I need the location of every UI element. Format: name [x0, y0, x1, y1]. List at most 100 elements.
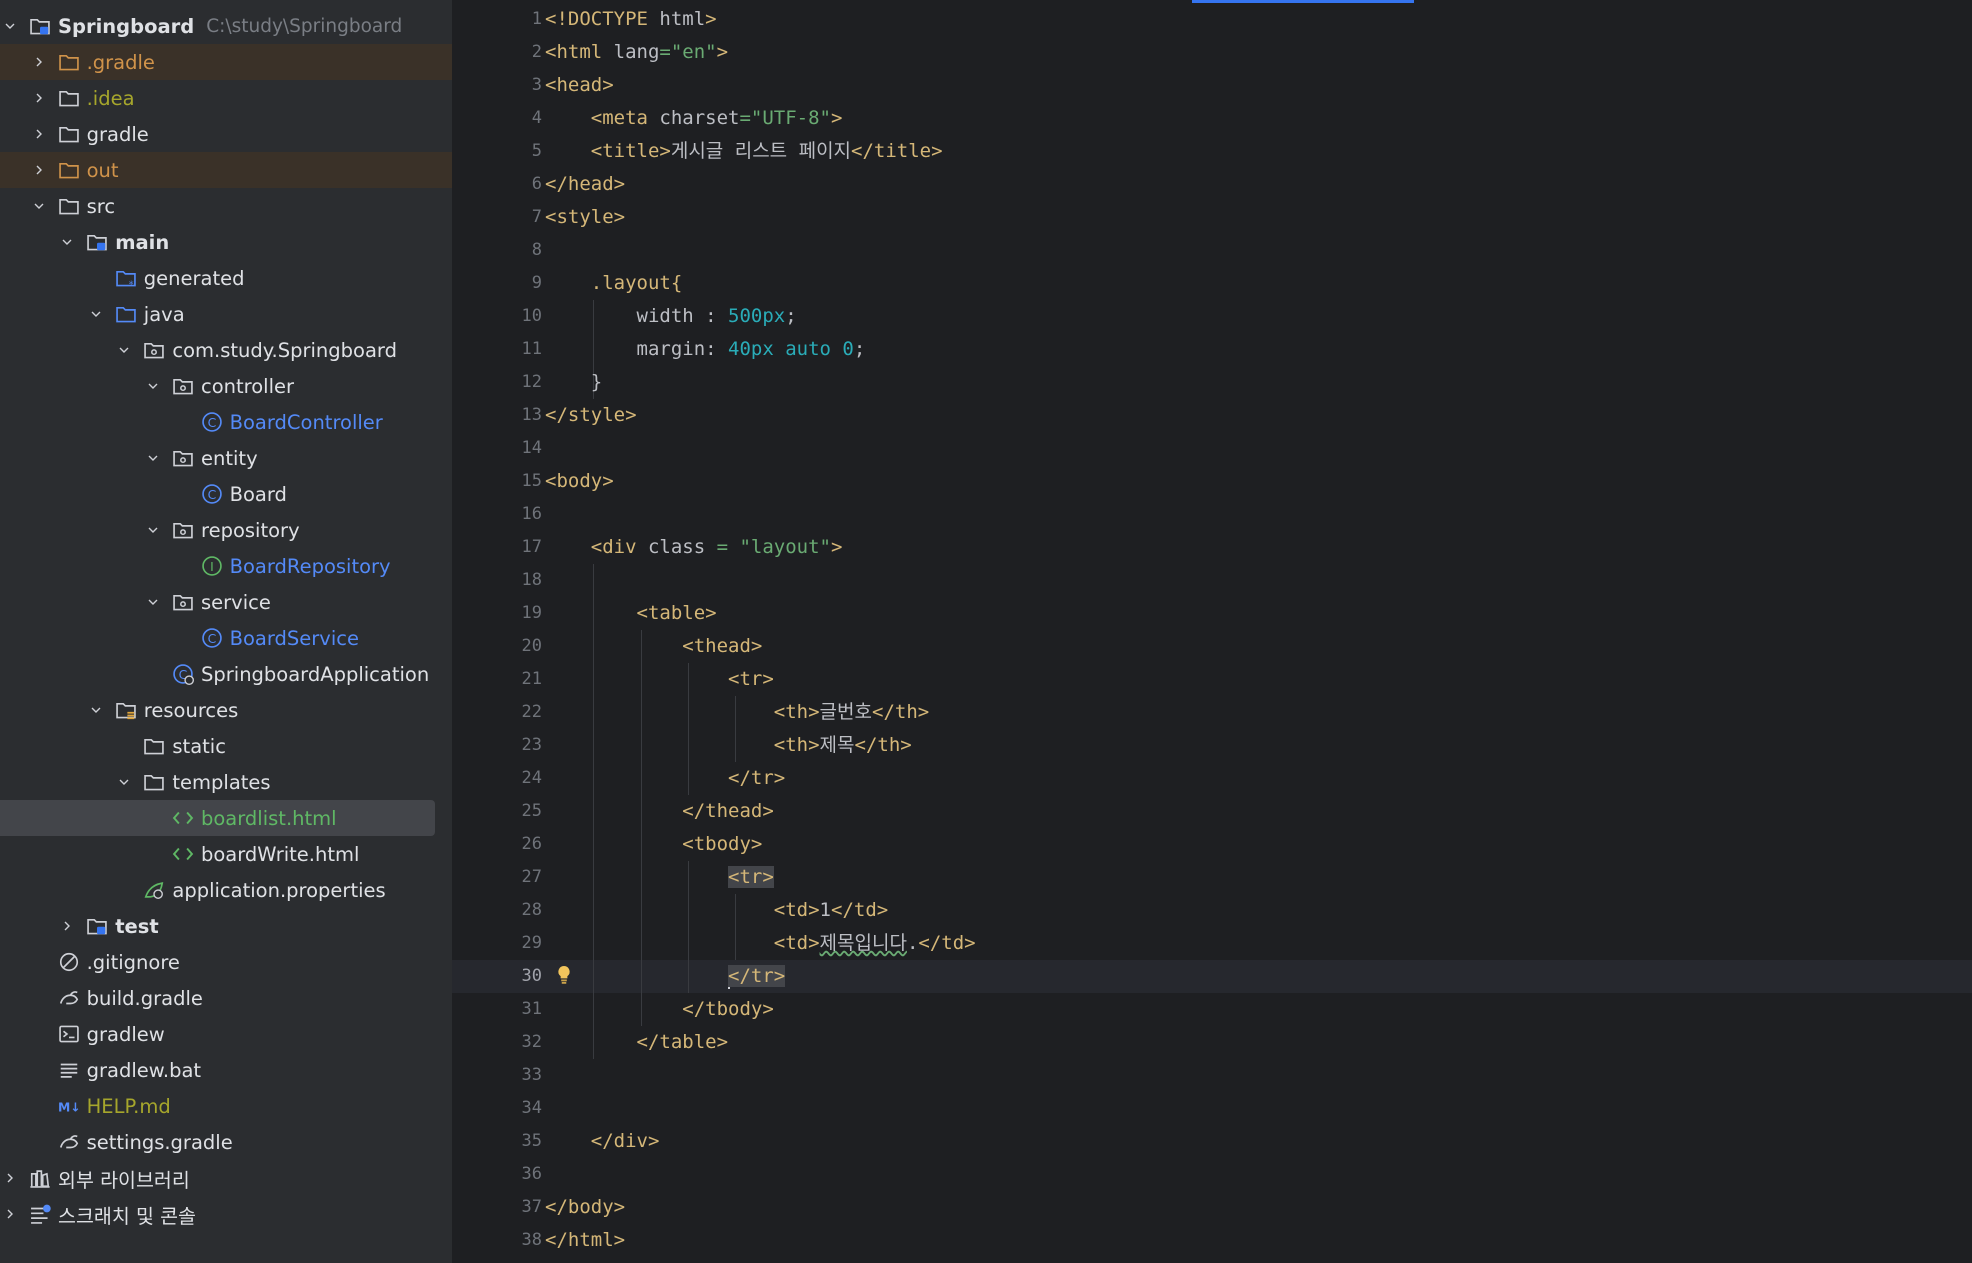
code-line[interactable]: .layout{: [545, 267, 683, 300]
code-line[interactable]: </tr>: [545, 960, 786, 993]
tree-item[interactable]: application.properties: [0, 872, 452, 908]
tree-item[interactable]: .gradle: [0, 44, 452, 80]
active-tab-indicator: [1192, 0, 1414, 3]
chevron-down-icon[interactable]: [116, 342, 132, 358]
code-line[interactable]: <html lang="en">: [545, 36, 728, 69]
code-line[interactable]: <title>게시글 리스트 페이지</title>: [545, 135, 943, 168]
code-line[interactable]: <tbody>: [545, 828, 762, 861]
chevron-down-icon[interactable]: [88, 306, 104, 322]
code-line[interactable]: <td>1</td>: [545, 894, 888, 927]
code-line[interactable]: <th>글번호</th>: [545, 696, 929, 729]
chevron-right-icon[interactable]: [31, 162, 47, 178]
tree-item[interactable]: settings.gradle: [0, 1124, 452, 1160]
code-editor[interactable]: 1 2 3 4 5 6 7 8 9 10 11 12 13 14 15 16 17 18 19 20 21 22 23 24 2…: [452, 0, 1972, 1263]
chevron-down-icon[interactable]: [145, 594, 161, 610]
chevron-down-icon[interactable]: [145, 378, 161, 394]
tree-item[interactable]: test: [0, 908, 452, 944]
code-line[interactable]: </html>: [545, 1224, 625, 1257]
tree-item-label: static: [172, 734, 226, 758]
code-line[interactable]: </tbody>: [545, 993, 774, 1026]
tree-item[interactable]: .idea: [0, 80, 452, 116]
code-line[interactable]: <th>제목</th>: [545, 729, 912, 762]
tree-item[interactable]: C BoardService: [0, 620, 452, 656]
tree-item-label: BoardController: [229, 410, 383, 434]
tree-item[interactable]: Springboard C:\study\Springboard: [0, 8, 452, 44]
shell-file-icon: [57, 1022, 81, 1046]
tree-item-label: SpringboardApplication: [201, 662, 430, 686]
tree-item[interactable]: controller: [0, 368, 452, 404]
code-line[interactable]: <table>: [545, 597, 717, 630]
tree-item[interactable]: C BoardController: [0, 404, 452, 440]
class-icon: C: [200, 482, 224, 506]
tree-item[interactable]: .gitignore: [0, 944, 452, 980]
tree-item[interactable]: boardlist.html: [0, 800, 435, 836]
code-token: ;: [785, 305, 797, 327]
code-line[interactable]: <tr>: [545, 861, 774, 894]
code-line[interactable]: </div>: [545, 1125, 660, 1158]
code-line[interactable]: </head>: [545, 168, 625, 201]
code-line[interactable]: </thead>: [545, 795, 774, 828]
tree-item[interactable]: static: [0, 728, 452, 764]
code-token: = "layout": [716, 536, 831, 558]
code-line[interactable]: <thead>: [545, 630, 762, 663]
tree-item[interactable]: boardWrite.html: [0, 836, 452, 872]
code-line[interactable]: <td>제목입니다.</td>: [545, 927, 976, 960]
tree-item[interactable]: out: [0, 152, 452, 188]
tree-item[interactable]: repository: [0, 512, 452, 548]
tree-item[interactable]: I BoardRepository: [0, 548, 452, 584]
tree-item[interactable]: java: [0, 296, 452, 332]
tree-item[interactable]: com.study.Springboard: [0, 332, 452, 368]
tree-item[interactable]: 외부 라이브러리: [0, 1160, 452, 1196]
chevron-down-icon[interactable]: [116, 774, 132, 790]
code-line[interactable]: </body>: [545, 1191, 625, 1224]
tree-item[interactable]: * generated: [0, 260, 452, 296]
tree-item[interactable]: service: [0, 584, 452, 620]
tree-item[interactable]: entity: [0, 440, 452, 476]
tree-item[interactable]: build.gradle: [0, 980, 452, 1016]
chevron-down-icon[interactable]: [2, 18, 18, 34]
tree-item[interactable]: M↓ HELP.md: [0, 1088, 452, 1124]
tree-item-label: com.study.Springboard: [172, 338, 397, 362]
code-line[interactable]: <body>: [545, 465, 614, 498]
code-line[interactable]: <!DOCTYPE html>: [545, 3, 717, 36]
chevron-down-icon[interactable]: [145, 450, 161, 466]
class-icon: C: [200, 626, 224, 650]
code-line[interactable]: <tr>: [545, 663, 774, 696]
code-line[interactable]: <head>: [545, 69, 614, 102]
chevron-down-icon[interactable]: [31, 198, 47, 214]
code-line[interactable]: <div class = "layout">: [545, 531, 843, 564]
chevron-right-icon[interactable]: [31, 54, 47, 70]
code-line[interactable]: width : 500px;: [545, 300, 797, 333]
tree-item[interactable]: gradlew.bat: [0, 1052, 452, 1088]
lightbulb-icon[interactable]: [555, 964, 577, 988]
code-line[interactable]: <style>: [545, 201, 625, 234]
tree-item[interactable]: gradle: [0, 116, 452, 152]
chevron-right-icon[interactable]: [31, 126, 47, 142]
code-token: ;: [853, 338, 866, 360]
code-line[interactable]: <meta charset="UTF-8">: [545, 102, 843, 135]
code-line[interactable]: margin: 40px auto 0;: [545, 333, 866, 366]
tree-item[interactable]: src: [0, 188, 452, 224]
chevron-down-icon[interactable]: [59, 234, 75, 250]
tree-item[interactable]: resources: [0, 692, 452, 728]
chevron-right-icon[interactable]: [59, 918, 75, 934]
tree-item[interactable]: 스크래치 및 콘솔: [0, 1196, 452, 1232]
tree-item[interactable]: gradlew: [0, 1016, 452, 1052]
tree-item[interactable]: C SpringboardApplication: [0, 656, 452, 692]
code-line[interactable]: }: [545, 366, 602, 399]
code-line[interactable]: </style>: [545, 399, 637, 432]
chevron-right-icon[interactable]: [2, 1170, 18, 1186]
tree-item[interactable]: templates: [0, 764, 452, 800]
tree-item[interactable]: main: [0, 224, 452, 260]
tree-item-label: 외부 라이브러리: [58, 1168, 190, 1192]
code-line[interactable]: </tr>: [545, 762, 785, 795]
library-icon: [28, 1166, 52, 1190]
chevron-down-icon[interactable]: [88, 702, 104, 718]
tree-item[interactable]: C Board: [0, 476, 452, 512]
chevron-right-icon[interactable]: [2, 1206, 18, 1222]
code-line[interactable]: </table>: [545, 1026, 729, 1059]
chevron-down-icon[interactable]: [145, 522, 161, 538]
chevron-right-icon[interactable]: [31, 90, 47, 106]
